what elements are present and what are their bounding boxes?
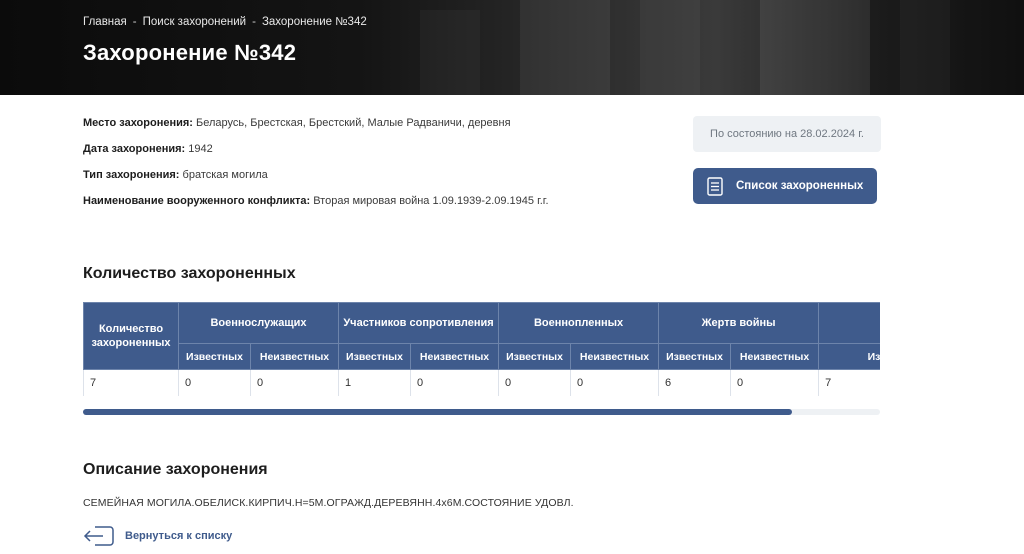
info-row-place: Место захоронения: Беларусь, Брестская, … (83, 117, 663, 143)
breadcrumb: Главная - Поиск захоронений - Захоронени… (83, 16, 367, 28)
header-background-shape (640, 0, 700, 95)
header-background-shape (520, 0, 610, 95)
info-row-conflict: Наименование вооруженного конфликта: Вто… (83, 195, 663, 221)
date-label: Дата захоронения: (83, 143, 186, 155)
table-subheader: Неизвестных (730, 343, 820, 370)
count-section-title: Количество захороненных (83, 265, 296, 282)
info-row-date: Дата захоронения: 1942 (83, 143, 663, 169)
header-background-shape (760, 0, 870, 95)
table-cell: 0 (410, 369, 500, 396)
breadcrumb-search-link[interactable]: Поиск захоронений (143, 16, 246, 28)
header-background-shape (420, 10, 480, 95)
status-date-box: По состоянию на 28.02.2024 г. (693, 116, 881, 152)
breadcrumb-separator: - (252, 16, 256, 28)
type-label: Тип захоронения: (83, 169, 180, 181)
back-to-list-link[interactable]: Вернуться к списку (83, 525, 232, 547)
place-value: Беларусь, Брестская, Брестский, Малые Ра… (196, 117, 511, 129)
count-table-container[interactable]: Количество захороненных Военнослужащих У… (83, 302, 880, 396)
description-section-title: Описание захоронения (83, 461, 268, 478)
type-value: братская могила (182, 169, 268, 181)
status-date-text: По состоянию на 28.02.2024 г. (710, 128, 864, 140)
info-row-type: Тип захоронения: братская могила (83, 169, 663, 195)
document-list-icon (707, 176, 723, 196)
conflict-label: Наименование вооруженного конфликта: (83, 195, 311, 207)
description-text: СЕМЕЙНАЯ МОГИЛА.ОБЕЛИСК.КИРПИЧ.Н=5М.ОГРА… (83, 497, 574, 509)
table-subheader: Неизвестных (249, 343, 340, 370)
table-cell: 0 (730, 369, 820, 396)
table-cell: 0 (570, 369, 660, 396)
table-subheader: Известных (658, 343, 732, 370)
table-group-header: Участников сопротивления (338, 302, 500, 344)
table-header-total: Количество захороненных (83, 302, 179, 370)
scrollbar-thumb[interactable] (83, 409, 793, 415)
table-subheader: Известных (338, 343, 412, 370)
table-cell: 0 (498, 369, 572, 396)
page-title: Захоронение №342 (83, 40, 297, 65)
table-horizontal-scrollbar[interactable] (83, 409, 880, 415)
table-group-header: Жертв войны (658, 302, 820, 344)
table-cell: 0 (249, 369, 340, 396)
date-value: 1942 (188, 143, 213, 155)
table-group-header: Военнослужащих (177, 302, 340, 344)
burial-info: Место захоронения: Беларусь, Брестская, … (83, 117, 663, 221)
table-subheader: Неизвестных (410, 343, 500, 370)
count-table: Количество захороненных Военнослужащих У… (83, 302, 880, 396)
breadcrumb-home-link[interactable]: Главная (83, 16, 127, 28)
conflict-value: Вторая мировая война 1.09.1939-2.09.1945… (313, 195, 549, 207)
breadcrumb-current: Захоронение №342 (261, 16, 367, 28)
place-label: Место захоронения: (83, 117, 193, 129)
table-subheader: Известных (498, 343, 572, 370)
table-subheader: Известных (818, 343, 880, 370)
buried-list-button-label: Список захороненных (736, 180, 864, 192)
table-group-header (818, 302, 880, 344)
table-cell: 1 (338, 369, 412, 396)
page-header: Главная - Поиск захоронений - Захоронени… (0, 0, 1024, 95)
table-group-header: Военнопленных (498, 302, 660, 344)
table-cell: 6 (658, 369, 732, 396)
arrow-left-icon (83, 526, 114, 546)
table-cell: 7 (83, 369, 179, 396)
header-background-shape (900, 0, 950, 95)
table-subheader: Неизвестных (570, 343, 660, 370)
table-cell: 0 (178, 369, 251, 396)
back-to-list-label: Вернуться к списку (125, 530, 233, 542)
table-subheader: Известных (178, 343, 251, 370)
table-row: 7 0 0 1 0 0 0 6 0 7 (83, 369, 880, 396)
breadcrumb-separator: - (132, 16, 137, 28)
table-cell: 7 (818, 369, 880, 396)
buried-list-button[interactable]: Список захороненных (693, 168, 877, 204)
